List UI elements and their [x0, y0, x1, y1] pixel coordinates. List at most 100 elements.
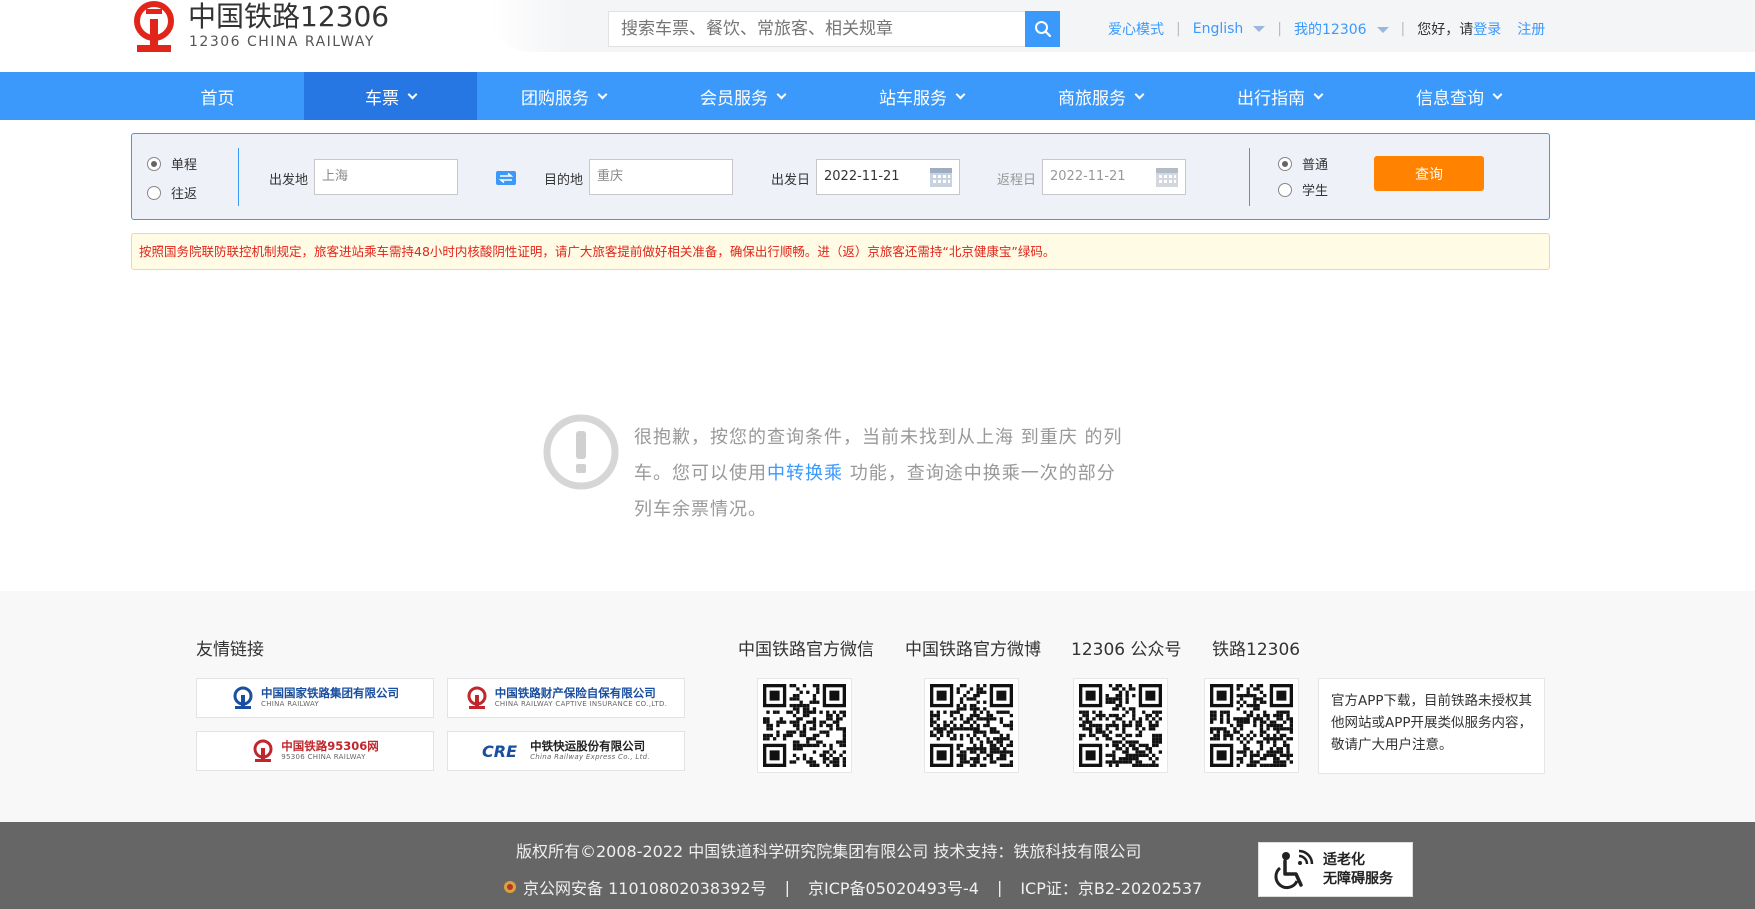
chevron-down-icon — [407, 89, 418, 99]
friend-link-china-railway[interactable]: 中国国家铁路集团有限公司 CHINA RAILWAY — [196, 678, 434, 718]
depart-date-value: 2022-11-21 — [824, 169, 900, 184]
my12306-link[interactable]: 我的12306 — [1294, 19, 1389, 39]
return-date-input[interactable]: 2022-11-21 — [1042, 159, 1186, 195]
divider: | — [1400, 21, 1406, 37]
police-record[interactable]: 京公网安备 11010802038392号 — [523, 875, 767, 899]
care-mode-link[interactable]: 爱心模式 — [1108, 19, 1164, 39]
nav-item-member[interactable]: 会员服务 — [656, 72, 829, 120]
chevron-down-icon — [1492, 89, 1503, 99]
site-logo[interactable]: 中国铁路12306 12306 CHINA RAILWAY — [129, 0, 389, 56]
to-station-input[interactable]: 重庆 — [589, 159, 733, 195]
my12306-label: 我的12306 — [1294, 22, 1367, 38]
nav-label: 团购服务 — [521, 88, 589, 109]
radio-label: 单程 — [171, 158, 198, 173]
swap-stations-icon[interactable] — [495, 169, 517, 187]
friend-link-name: 中国铁路财产保险自保有限公司 — [494, 685, 656, 700]
divider — [1249, 148, 1250, 206]
app-qr-code — [1204, 678, 1299, 773]
nav-item-info[interactable]: 信息查询 — [1372, 72, 1545, 120]
friend-link-subtitle: China Railway Express Co., Ltd. — [530, 753, 650, 762]
chevron-down-icon — [1313, 89, 1324, 99]
chevron-down-icon — [955, 89, 966, 99]
greeting-text: 您好，请 — [1417, 22, 1474, 38]
radio-dot — [1278, 156, 1292, 171]
round-trip-radio[interactable]: 往返 — [147, 183, 197, 202]
nav-label: 会员服务 — [700, 88, 768, 109]
message-text: 功能，查询途中换乘一次的部分 — [843, 463, 1116, 484]
friend-link-insurance[interactable]: 中国铁路财产保险自保有限公司 CHINA RAILWAY CAPTIVE INSU… — [447, 678, 685, 718]
caret-down-icon — [1253, 26, 1266, 32]
icp-record[interactable]: 京ICP备05020493号-4 — [808, 875, 979, 899]
message-line: 很抱歉，按您的查询条件，当前未找到从上海 到重庆 的列 — [634, 427, 1123, 448]
accessibility-icon — [1274, 849, 1314, 889]
depart-date-input[interactable]: 2022-11-21 — [816, 159, 960, 195]
nav-item-tickets[interactable]: 车票 — [304, 72, 477, 120]
search-icon — [1034, 21, 1051, 38]
ticket-query-panel: 单程 往返 出发地 上海 目的地 重庆 出发日 2022-11-21 返程日 2… — [131, 133, 1550, 220]
wechat-qr-code — [757, 678, 852, 773]
chevron-down-icon — [1134, 89, 1145, 99]
english-link[interactable]: English — [1193, 21, 1266, 37]
weibo-qr-title: 中国铁路官方微博 — [905, 640, 1041, 660]
copyright-text: 版权所有©2008-2022 中国铁道科学研究院集团有限公司 技术支持：铁旅科技… — [516, 842, 1142, 861]
friend-link-95306[interactable]: 中国铁路95306网 95306 CHINA RAILWAY — [196, 731, 434, 771]
icp-certificate[interactable]: ICP证：京B2-20202537 — [1020, 875, 1202, 899]
transfer-link[interactable]: 中转换乘 — [767, 463, 843, 484]
friend-link-subtitle: CHINA RAILWAY — [261, 700, 320, 709]
qr-code-icon — [930, 684, 1013, 767]
svg-text:CRE: CRE — [482, 742, 517, 760]
nav-item-business[interactable]: 商旅服务 — [1014, 72, 1187, 120]
query-button[interactable]: 查询 — [1374, 156, 1484, 191]
railway-logo-icon — [233, 686, 253, 709]
logo-title: 中国铁路12306 — [188, 0, 390, 33]
nav-label: 商旅服务 — [1058, 88, 1126, 109]
nav-item-home[interactable]: 首页 — [131, 72, 304, 120]
official-account-qr-code — [1073, 678, 1168, 773]
login-link[interactable]: 登录 — [1473, 19, 1501, 39]
radio-dot — [147, 156, 161, 171]
site-header: 中国铁路12306 12306 CHINA RAILWAY 爱心模式 | Eng… — [0, 0, 1755, 72]
no-results-message: 很抱歉，按您的查询条件，当前未找到从上海 到重庆 的列 车。您可以使用中转换乘 … — [634, 420, 1134, 528]
nav-item-station[interactable]: 站车服务 — [835, 72, 1008, 120]
nav-item-guide[interactable]: 出行指南 — [1193, 72, 1366, 120]
chevron-down-icon — [776, 89, 787, 99]
return-date-label: 返程日 — [997, 173, 1037, 188]
elder-line-1: 适老化 — [1323, 851, 1365, 868]
top-links: 爱心模式 | English | 我的12306 | 您好，请 登录 注册 — [1108, 18, 1545, 40]
english-label: English — [1192, 21, 1244, 37]
divider: | — [1277, 21, 1282, 37]
qr-code-icon — [1210, 684, 1293, 767]
divider: | — [1176, 21, 1181, 37]
message-line: 列车余票情况。 — [634, 499, 767, 520]
normal-passenger-radio[interactable]: 普通 — [1278, 154, 1328, 173]
radio-label: 学生 — [1302, 184, 1329, 199]
cre-logo-icon: CRE — [482, 742, 517, 760]
notice-banner: 按照国务院联防联控机制规定，旅客进站乘车需持48小时内核酸阴性证明，请广大旅客提… — [131, 233, 1550, 270]
message-text: 车。您可以使用 — [634, 463, 767, 484]
exclamation-icon — [543, 414, 619, 490]
from-label: 出发地 — [269, 173, 309, 188]
return-date-value: 2022-11-21 — [1050, 169, 1126, 184]
chevron-down-icon — [597, 89, 608, 99]
nav-item-group[interactable]: 团购服务 — [477, 72, 650, 120]
radio-label: 普通 — [1302, 158, 1329, 173]
license-info: 京公网安备 11010802038392号 | 京ICP备05020493号-4… — [503, 875, 1202, 899]
from-station-input[interactable]: 上海 — [314, 159, 458, 195]
student-passenger-radio[interactable]: 学生 — [1278, 180, 1328, 199]
site-search-button[interactable] — [1025, 11, 1060, 47]
register-link[interactable]: 注册 — [1517, 19, 1545, 39]
calendar-icon[interactable] — [929, 166, 953, 188]
nav-label: 站车服务 — [879, 88, 947, 109]
elder-line-2: 无障碍服务 — [1323, 870, 1393, 887]
friend-link-name: 中铁快运股份有限公司 — [530, 738, 646, 753]
to-label: 目的地 — [544, 173, 584, 188]
site-search-input[interactable] — [608, 11, 1026, 47]
one-way-radio[interactable]: 单程 — [147, 154, 197, 173]
elderly-accessibility-button[interactable]: 适老化 无障碍服务 — [1258, 842, 1413, 897]
caret-down-icon — [1376, 27, 1389, 33]
friend-links-title: 友情链接 — [196, 640, 264, 660]
friend-link-express[interactable]: CRE 中铁快运股份有限公司 China Railway Express Co.,… — [447, 731, 685, 771]
calendar-icon[interactable] — [1155, 166, 1179, 188]
radio-dot — [1278, 182, 1292, 197]
nav-label: 车票 — [365, 88, 399, 109]
